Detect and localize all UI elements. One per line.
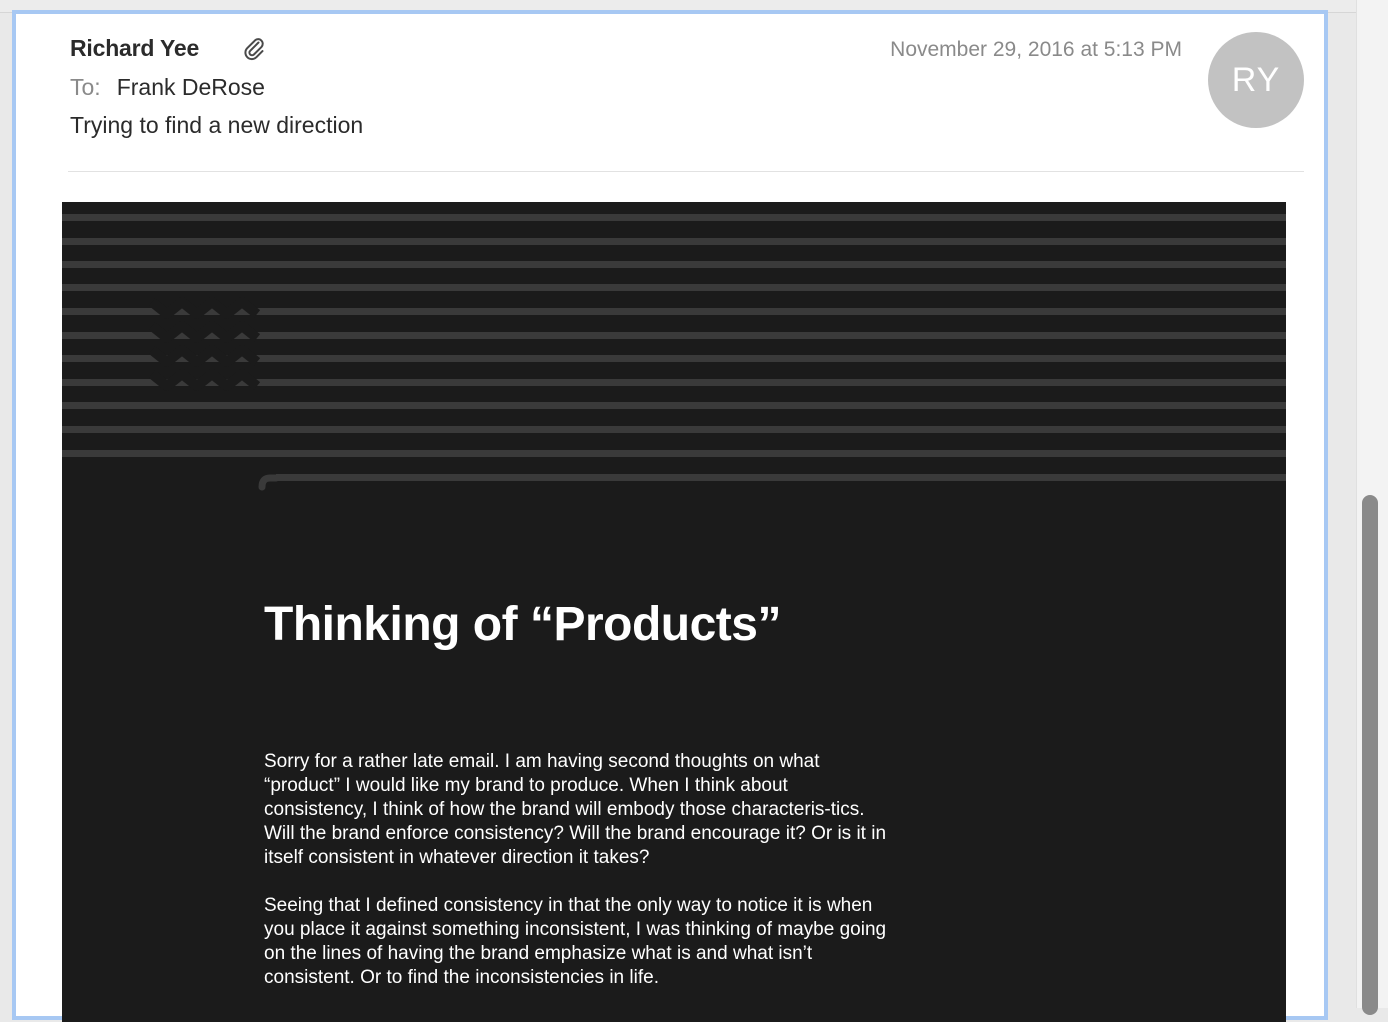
decorative-stripes (62, 214, 1286, 491)
sender-name[interactable]: Richard Yee (70, 35, 199, 62)
recipient-row: To: Frank DeRose (70, 74, 265, 101)
header-divider (68, 171, 1304, 172)
email-body-text: Sorry for a rather late email. I am havi… (264, 750, 894, 1014)
scrollbar-thumb[interactable] (1362, 495, 1378, 1015)
body-paragraph: Sorry for a rather late email. I am havi… (264, 751, 887, 868)
recipient-name[interactable]: Frank DeRose (117, 74, 265, 100)
message-subject: Trying to find a new direction (70, 112, 364, 138)
avatar: RY (1208, 32, 1304, 128)
avatar-initials: RY (1231, 60, 1281, 99)
body-paragraph: Seeing that I defined consistency in tha… (264, 895, 887, 988)
email-headline: Thinking of “Products” (264, 598, 781, 651)
to-label: To: (70, 74, 101, 100)
email-body-graphic: Thinking of “Products” Sorry for a rathe… (62, 202, 1286, 1022)
paperclip-icon[interactable] (242, 36, 266, 62)
message-date: November 29, 2016 at 5:13 PM (890, 38, 1182, 61)
message-viewer[interactable]: Richard Yee November 29, 2016 at 5:13 PM… (12, 10, 1328, 1022)
